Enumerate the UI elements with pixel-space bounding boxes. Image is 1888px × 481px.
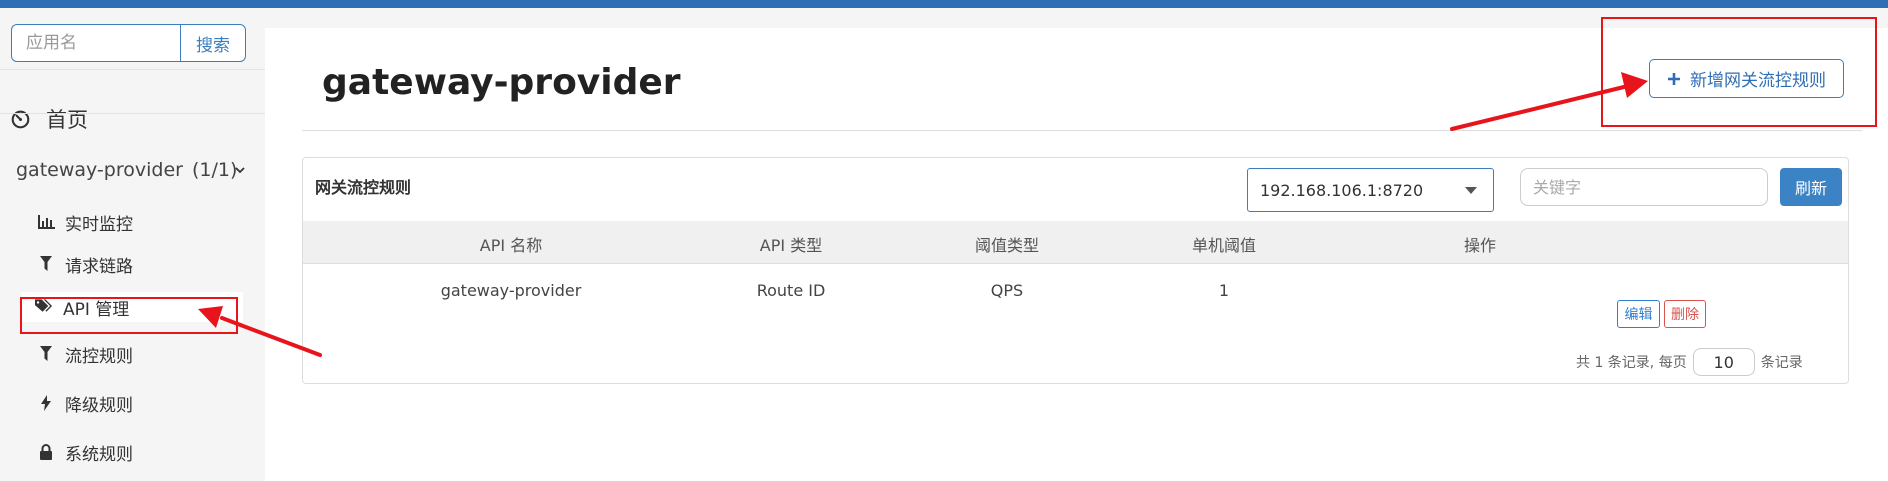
search-button[interactable]: 搜索 [180, 24, 246, 62]
chevron-down-icon [234, 158, 246, 180]
sidebar-item-flow-rules[interactable]: 流控规则 [37, 341, 133, 367]
keyword-search-input[interactable] [1520, 168, 1768, 206]
machine-select-value: 192.168.106.1:8720 [1260, 180, 1424, 200]
cell-threshold-type: QPS [990, 281, 1024, 300]
column-header-api-name: API 名称 [479, 236, 543, 255]
panel-title: 网关流控规则 [315, 178, 412, 197]
sidebar-item-label: 系统规则 [65, 444, 133, 465]
bolt-icon [37, 394, 55, 412]
page-title: gateway-provider [322, 62, 681, 103]
pagination-prefix: 共 1 条记录, 每页 [1576, 355, 1687, 371]
sidebar-divider [0, 113, 265, 114]
sidebar-divider [0, 69, 265, 70]
sidebar-home-label: 首页 [46, 108, 88, 132]
pagination: 共 1 条记录, 每页 条记录 [1576, 348, 1803, 376]
cell-threshold: 1 [1218, 281, 1230, 300]
sidebar-item-system-rules[interactable]: 系统规则 [37, 439, 133, 465]
lock-icon [37, 443, 55, 461]
column-header-actions: 操作 [1463, 236, 1497, 255]
annotation-box-add-button [1601, 17, 1877, 127]
table-header: API 名称 API 类型 阈值类型 单机阈值 操作 [303, 221, 1848, 264]
sidebar-item-label: 请求链路 [65, 256, 133, 277]
sidebar-item-label: 实时监控 [65, 214, 133, 235]
column-header-api-type: API 类型 [759, 236, 823, 255]
app-search: 搜索 [11, 24, 246, 62]
title-divider [302, 130, 1862, 131]
filter-icon [37, 345, 55, 363]
delete-button[interactable]: 删除 [1664, 300, 1706, 328]
pagination-suffix: 条记录 [1760, 355, 1803, 371]
caret-down-icon [1465, 187, 1477, 194]
sidebar-app-gateway-provider[interactable]: gateway-provider (1/1) [16, 159, 248, 187]
column-header-threshold-type: 阈值类型 [974, 236, 1040, 255]
sidebar: 搜索 首页 gateway-provider (1/1) 实时监控 请求链路 [0, 8, 265, 481]
machine-select[interactable]: 192.168.106.1:8720 [1247, 168, 1494, 212]
sidebar-item-label: 流控规则 [65, 346, 133, 367]
column-header-threshold: 单机阈值 [1191, 236, 1257, 255]
top-bar [0, 0, 1888, 8]
cell-api-name: gateway-provider [440, 281, 582, 300]
filter-icon [37, 255, 55, 273]
sidebar-item-label: 降级规则 [65, 395, 133, 416]
sidebar-item-request-chain[interactable]: 请求链路 [37, 251, 133, 277]
sidebar-item-degrade-rules[interactable]: 降级规则 [37, 390, 133, 416]
annotation-box-api-management [20, 297, 238, 334]
app-search-input[interactable] [11, 24, 180, 62]
sidebar-item-home[interactable]: 首页 [11, 104, 88, 134]
edit-button[interactable]: 编辑 [1617, 300, 1660, 328]
page-size-input[interactable] [1692, 348, 1755, 376]
cell-api-type: Route ID [756, 281, 826, 300]
refresh-button[interactable]: 刷新 [1780, 168, 1842, 206]
bar-chart-icon [37, 213, 55, 231]
gateway-flow-rules-panel: 网关流控规则 192.168.106.1:8720 刷新 API 名称 API … [302, 157, 1849, 384]
app-name: gateway-provider [16, 159, 183, 181]
sidebar-item-realtime-monitor[interactable]: 实时监控 [37, 209, 133, 235]
app-machine-count: (1/1) [192, 159, 238, 181]
